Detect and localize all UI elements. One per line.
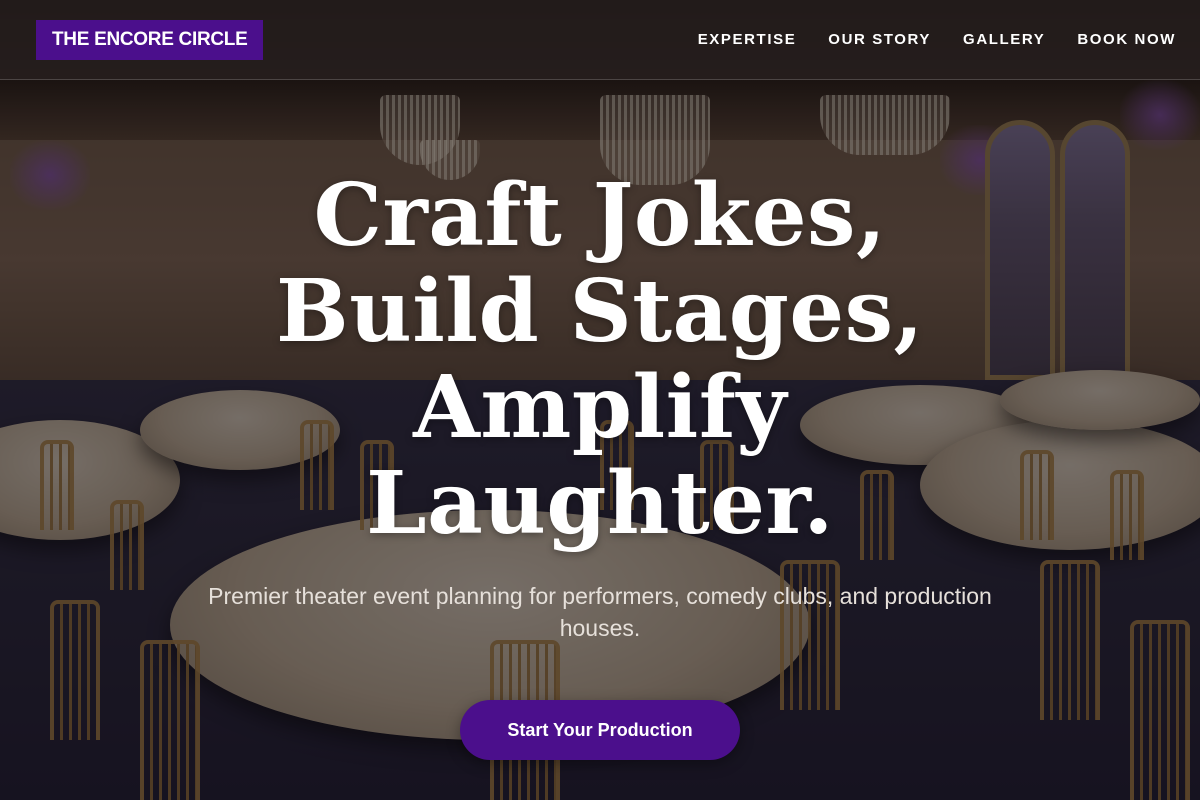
site-header: THE ENCORE CIRCLE EXPERTISE OUR STORY GA…	[0, 0, 1200, 80]
hero-subtitle: Premier theater event planning for perfo…	[208, 583, 992, 641]
nav-link-expertise[interactable]: EXPERTISE	[698, 31, 797, 48]
hero-section: Craft Jokes, Build Stages, Amplify Laugh…	[0, 80, 1200, 800]
start-production-button[interactable]: Start Your Production	[460, 700, 740, 760]
main-nav: EXPERTISE OUR STORY GALLERY BOOK NOW	[666, 31, 1176, 48]
brand-logo[interactable]: THE ENCORE CIRCLE	[36, 19, 264, 60]
nav-link-our-story[interactable]: OUR STORY	[828, 31, 931, 48]
hero-title: Craft Jokes, Build Stages, Amplify Laugh…	[276, 165, 924, 554]
nav-link-book-now[interactable]: BOOK NOW	[1077, 31, 1176, 48]
nav-link-gallery[interactable]: GALLERY	[963, 31, 1045, 48]
